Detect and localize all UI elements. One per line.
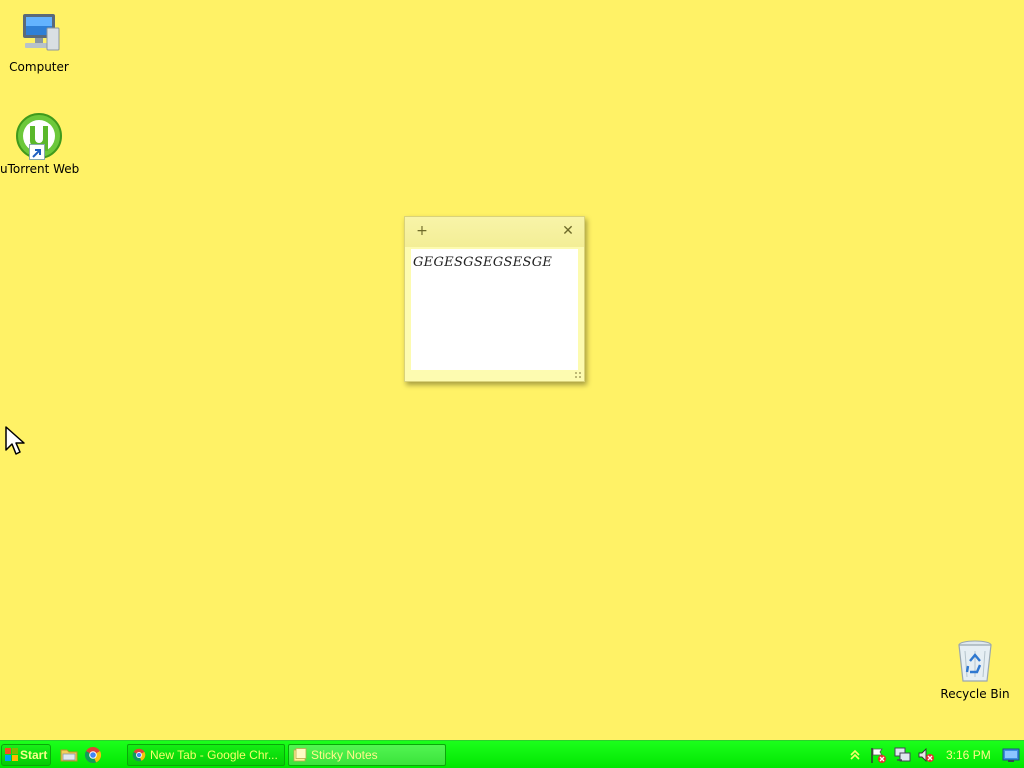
file-explorer-icon[interactable] bbox=[60, 746, 78, 764]
desktop-icon-label: uTorrent Web bbox=[0, 162, 80, 176]
mouse-cursor-icon bbox=[5, 426, 25, 455]
start-button[interactable]: Start bbox=[1, 744, 51, 766]
sticky-note-text: GEGESGSEGSESGE bbox=[413, 255, 553, 270]
recycle-bin-icon bbox=[951, 637, 999, 685]
windows-logo-icon bbox=[5, 748, 18, 761]
network-icon[interactable] bbox=[893, 746, 911, 764]
resize-grip-icon[interactable] bbox=[574, 371, 582, 379]
show-desktop-icon[interactable] bbox=[1002, 746, 1020, 764]
chrome-icon[interactable] bbox=[84, 746, 102, 764]
computer-icon bbox=[15, 10, 63, 58]
show-hidden-icons-icon[interactable] bbox=[848, 746, 862, 764]
sticky-notes-icon bbox=[293, 748, 307, 762]
taskbar-button-label: Sticky Notes bbox=[311, 748, 378, 762]
add-note-button[interactable]: + bbox=[414, 223, 430, 239]
desktop-icon-computer[interactable]: Computer bbox=[0, 10, 78, 74]
delete-note-button[interactable]: ✕ bbox=[560, 223, 576, 239]
taskbar-button-label: New Tab - Google Chr... bbox=[150, 748, 278, 762]
start-label: Start bbox=[20, 748, 48, 762]
sticky-note-text-area[interactable]: GEGESGSEGSESGE bbox=[411, 249, 578, 370]
desktop-icon-label: Computer bbox=[9, 60, 69, 74]
shortcut-arrow-icon bbox=[29, 144, 45, 160]
action-center-flag-icon[interactable] bbox=[869, 746, 887, 764]
desktop-icon-utorrent-web[interactable]: uTorrent Web bbox=[0, 112, 80, 176]
utorrent-icon bbox=[15, 112, 63, 160]
taskbar: Start New Tab - Google Chr... Sticky Not… bbox=[0, 740, 1024, 768]
chrome-icon bbox=[132, 748, 146, 762]
taskbar-button-chrome[interactable]: New Tab - Google Chr... bbox=[127, 744, 285, 766]
sticky-note-window[interactable]: + ✕ GEGESGSEGSESGE bbox=[404, 216, 585, 382]
desktop-icon-label: Recycle Bin bbox=[940, 687, 1010, 701]
taskbar-clock[interactable]: 3:16 PM bbox=[946, 746, 991, 764]
desktop-icon-recycle-bin[interactable]: Recycle Bin bbox=[936, 637, 1014, 701]
taskbar-button-sticky-notes[interactable]: Sticky Notes bbox=[288, 744, 446, 766]
volume-muted-icon[interactable] bbox=[917, 746, 935, 764]
sticky-note-title-bar[interactable]: + ✕ bbox=[405, 217, 584, 247]
